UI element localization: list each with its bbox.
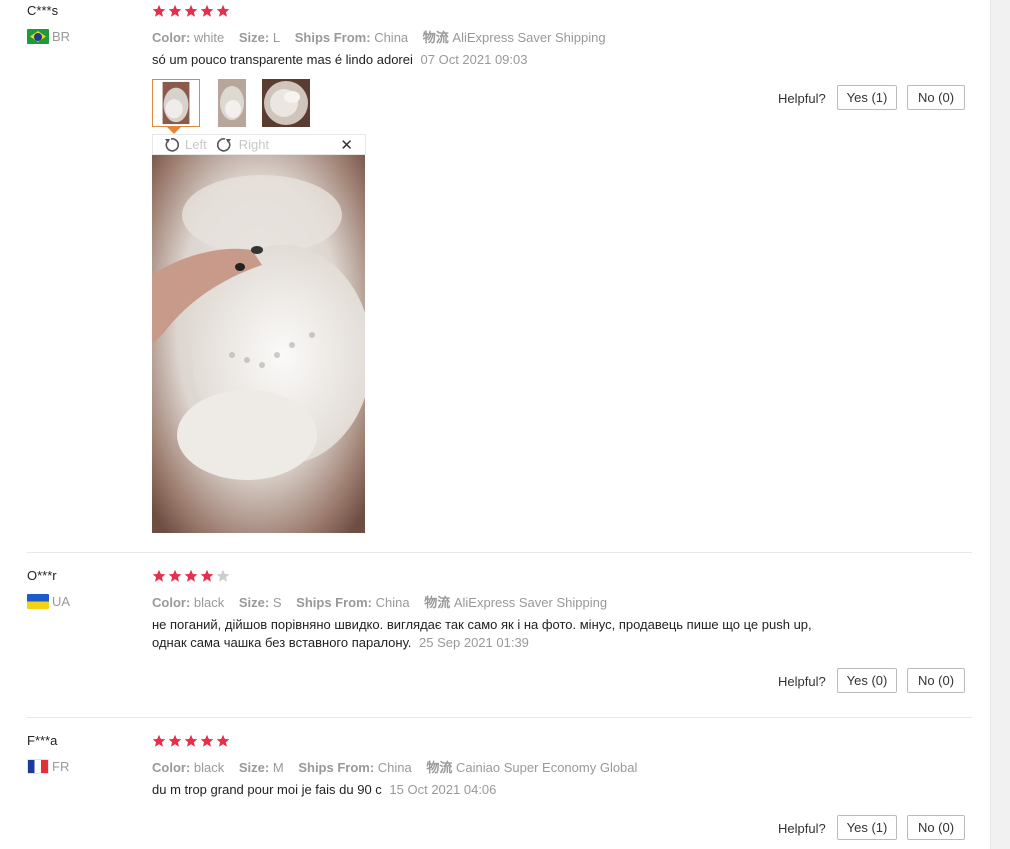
star-empty-icon	[216, 569, 230, 582]
review-date: 25 Sep 2021 01:39	[419, 635, 529, 650]
helpful-label: Helpful?	[778, 91, 826, 106]
shipping-method: AliExpress Saver Shipping	[452, 30, 606, 45]
review-date: 07 Oct 2021 09:03	[420, 52, 528, 67]
france-flag-icon	[27, 759, 49, 774]
logistics-icon: 物流	[426, 760, 453, 775]
review-photo-thumbnail[interactable]	[207, 79, 255, 127]
size-key: Size:	[238, 30, 270, 45]
helpful-yes-button[interactable]: Yes (1)	[837, 85, 897, 110]
reviewer-country: BR	[27, 29, 70, 44]
ships-from-value: China	[377, 760, 412, 775]
ships-from-key: Ships From:	[298, 760, 375, 775]
star-filled-icon	[184, 569, 198, 582]
size-value: L	[272, 30, 281, 45]
size-value: S	[272, 595, 282, 610]
helpful-no-button[interactable]: No (0)	[907, 815, 965, 840]
photo-thumb-image	[153, 80, 199, 126]
logistics-icon: 物流	[424, 595, 451, 610]
ships-from-key: Ships From:	[296, 595, 372, 610]
review-date: 15 Oct 2021 04:06	[389, 782, 497, 797]
star-filled-icon	[168, 569, 182, 582]
review-photo-large	[152, 155, 365, 533]
helpful-no-button[interactable]: No (0)	[907, 85, 965, 110]
rotate-left-button[interactable]: Left	[163, 137, 207, 153]
ships-from-value: China	[374, 30, 409, 45]
helpful-no-button[interactable]: No (0)	[907, 668, 965, 693]
star-filled-icon	[216, 734, 230, 747]
photo-thumb-image	[262, 79, 310, 127]
size-key: Size:	[238, 595, 270, 610]
active-photo-indicator	[167, 127, 181, 134]
page-scrollbar[interactable]	[990, 0, 1010, 849]
photo-thumb-image	[207, 79, 255, 127]
star-filled-icon	[152, 734, 166, 747]
star-filled-icon	[168, 4, 182, 17]
color-key: Color:	[152, 30, 191, 45]
rotate-left-icon	[165, 137, 179, 152]
reviewer-name: C***s	[27, 3, 59, 18]
helpful-yes-button[interactable]: Yes (0)	[837, 668, 897, 693]
color-value: black	[193, 760, 225, 775]
review-text: du m trop grand pour moi je fais du 90 c…	[152, 781, 496, 799]
shipping-method: AliExpress Saver Shipping	[453, 595, 608, 610]
close-icon[interactable]: ✕	[340, 136, 353, 154]
color-value: black	[193, 595, 225, 610]
star-filled-icon	[184, 734, 198, 747]
star-filled-icon	[216, 4, 230, 17]
review-photo-image	[152, 155, 365, 533]
reviewer-name: O***r	[27, 568, 57, 583]
country-code: BR	[52, 29, 71, 44]
size-key: Size:	[238, 760, 270, 775]
review-divider	[27, 717, 972, 718]
reviewer-name: F***a	[27, 733, 58, 748]
star-filled-icon	[200, 734, 214, 747]
star-filled-icon	[184, 4, 198, 17]
helpful-label: Helpful?	[778, 821, 826, 836]
review-body-line: не поганий, дійшов порівняно швидко. виг…	[152, 617, 812, 632]
ships-from-key: Ships From:	[294, 30, 371, 45]
star-filled-icon	[200, 569, 214, 582]
star-rating	[152, 4, 230, 18]
review-attributes: Color: black Size: M Ships From: China 物…	[152, 757, 648, 776]
size-value: M	[272, 760, 284, 775]
reviews-list: C***s BR Color: white Size: L Ships From…	[0, 0, 990, 849]
brazil-flag-icon	[27, 29, 49, 44]
color-value: white	[193, 30, 225, 45]
country-code: FR	[52, 759, 70, 774]
review-text: só um pouco transparente mas é lindo ado…	[152, 51, 528, 69]
star-rating	[152, 734, 230, 748]
color-key: Color:	[152, 760, 191, 775]
review-text: не поганий, дійшов порівняно швидко. виг…	[152, 616, 812, 652]
review-divider	[27, 552, 972, 553]
review-attributes: Color: black Size: S Ships From: China 物…	[152, 592, 618, 611]
review-body-line: однак сама чашка без вставного паралону.	[152, 635, 412, 650]
review-body: só um pouco transparente mas é lindo ado…	[152, 52, 413, 67]
color-key: Color:	[152, 595, 191, 610]
ukraine-flag-icon	[27, 594, 49, 609]
star-filled-icon	[168, 734, 182, 747]
photo-viewer-toolbar: Left Right ✕	[152, 134, 366, 155]
rotate-right-button[interactable]: Right	[216, 137, 270, 153]
star-filled-icon	[152, 569, 166, 582]
rotate-right-label: Right	[238, 137, 270, 152]
review-body: du m trop grand pour moi je fais du 90 c	[152, 782, 382, 797]
star-filled-icon	[152, 4, 166, 17]
helpful-label: Helpful?	[778, 674, 826, 689]
review-photo-thumbnail[interactable]	[262, 79, 310, 127]
rotate-right-icon	[216, 137, 231, 152]
country-code: UA	[52, 594, 71, 609]
logistics-icon: 物流	[422, 30, 449, 45]
star-filled-icon	[200, 4, 214, 17]
helpful-yes-button[interactable]: Yes (1)	[837, 815, 897, 840]
star-rating	[152, 569, 230, 583]
rotate-left-label: Left	[185, 137, 207, 152]
review-photo-thumbnail[interactable]	[152, 79, 200, 127]
ships-from-value: China	[375, 595, 410, 610]
reviewer-country: FR	[27, 759, 69, 774]
review-attributes: Color: white Size: L Ships From: China 物…	[152, 27, 617, 46]
reviewer-country: UA	[27, 594, 70, 609]
shipping-method: Cainiao Super Economy Global	[456, 760, 638, 775]
